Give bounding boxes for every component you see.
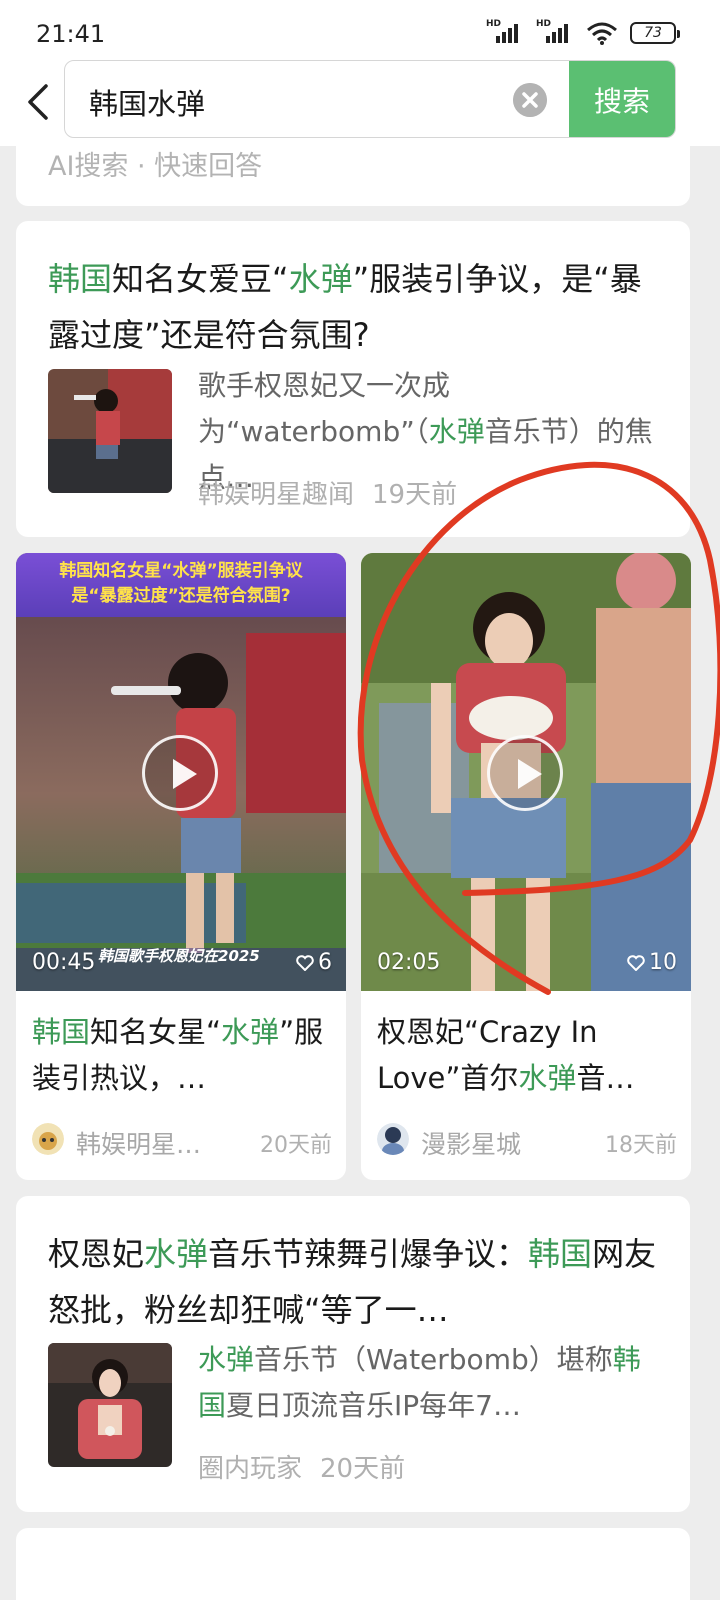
article-card[interactable]: 权恩妃水弹音乐节辣舞引爆争议：韩国网友怒批，粉丝却狂喊“等了一… 水弹音乐节（W… [16, 1196, 690, 1512]
video-author[interactable]: 韩娱明星… 20天前 [32, 1123, 332, 1159]
article-thumbnail [48, 1343, 172, 1467]
video-time: 18天前 [605, 1133, 677, 1158]
search-input[interactable]: 韩国水弹 搜索 [64, 60, 676, 138]
play-button[interactable] [487, 735, 563, 811]
search-header: 韩国水弹 搜索 [0, 60, 720, 146]
video-likes[interactable]: 6 [296, 950, 332, 975]
article-title: 韩国知名女爱豆“水弹”服装引争议，是“暴露过度”还是符合氛围? [48, 260, 642, 354]
article-title: 权恩妃水弹音乐节辣舞引爆争议：韩国网友怒批，粉丝却狂喊“等了一… [48, 1235, 657, 1329]
video-caption: 韩国歌手权恩妃在2025 [98, 947, 260, 965]
video-duration: 02:05 [377, 950, 441, 975]
article-meta: 韩娱明星趣闻 19天前 [198, 474, 457, 511]
search-button[interactable]: 搜索 [569, 61, 675, 137]
play-button[interactable] [142, 735, 218, 811]
status-bar: 21:41 HD HD 73 [0, 0, 720, 60]
video-duration: 00:45 [32, 950, 96, 975]
article-snippet: 水弹音乐节（Waterbomb）堪称韩国夏日顶流音乐IP每年7… [198, 1343, 641, 1422]
status-icons: HD HD 73 [486, 19, 680, 46]
video-author[interactable]: 漫影星城 18天前 [377, 1123, 677, 1159]
article-source: 韩娱明星趣闻 [198, 480, 355, 510]
video-banner: 韩国知名女星“水弹”服装引争议 是“暴露过度”还是符合氛围? [59, 561, 303, 606]
video-thumbnail[interactable]: 02:05 10 [361, 553, 691, 991]
article-meta: 圈内玩家 20天前 [198, 1448, 405, 1485]
status-time: 21:41 [36, 20, 106, 48]
avatar [377, 1123, 409, 1155]
heart-icon [627, 954, 645, 971]
battery-icon: 73 [630, 22, 680, 44]
search-query-text[interactable]: 韩国水弹 [89, 81, 205, 123]
video-thumbnail[interactable]: 韩国知名女星“水弹”服装引争议 是“暴露过度”还是符合氛围? 韩国歌手权恩妃在2… [16, 553, 346, 991]
author-name: 韩娱明星… [76, 1130, 202, 1159]
article-source: 圈内玩家 [198, 1454, 303, 1484]
next-card-peek[interactable] [16, 1528, 690, 1600]
video-like-count: 10 [649, 950, 677, 975]
signal-icon: HD [536, 19, 574, 45]
video-likes[interactable]: 10 [627, 950, 677, 975]
heart-icon [296, 954, 314, 971]
battery-level: 73 [644, 25, 662, 41]
video-card[interactable]: 韩国知名女星“水弹”服装引争议 是“暴露过度”还是符合氛围? 韩国歌手权恩妃在2… [16, 553, 346, 1180]
ai-search-card[interactable]: AI搜索 · 快速回答 [16, 138, 690, 206]
article-time: 20天前 [320, 1454, 406, 1484]
video-card[interactable]: 02:05 10 权恩妃“Crazy In Love”首尔水弹音… 漫影星城 1… [361, 553, 691, 1180]
video-time: 20天前 [260, 1133, 332, 1158]
article-time: 19天前 [372, 480, 458, 510]
author-name: 漫影星城 [421, 1130, 522, 1159]
video-title: 权恩妃“Crazy In Love”首尔水弹音… [377, 1015, 635, 1095]
wifi-icon [587, 22, 617, 45]
avatar [32, 1123, 64, 1155]
article-card[interactable]: 韩国知名女爱豆“水弹”服装引争议，是“暴露过度”还是符合氛围? 歌手权恩妃又一次… [16, 221, 690, 537]
clear-icon[interactable] [513, 83, 547, 117]
signal-icon: HD [486, 19, 524, 45]
back-arrow-icon[interactable] [24, 82, 54, 122]
article-thumbnail [48, 369, 172, 493]
video-title: 韩国知名女星“水弹”服装引热议，… [32, 1015, 324, 1095]
video-like-count: 6 [318, 950, 332, 975]
ai-search-label: AI搜索 · 快速回答 [48, 151, 263, 182]
